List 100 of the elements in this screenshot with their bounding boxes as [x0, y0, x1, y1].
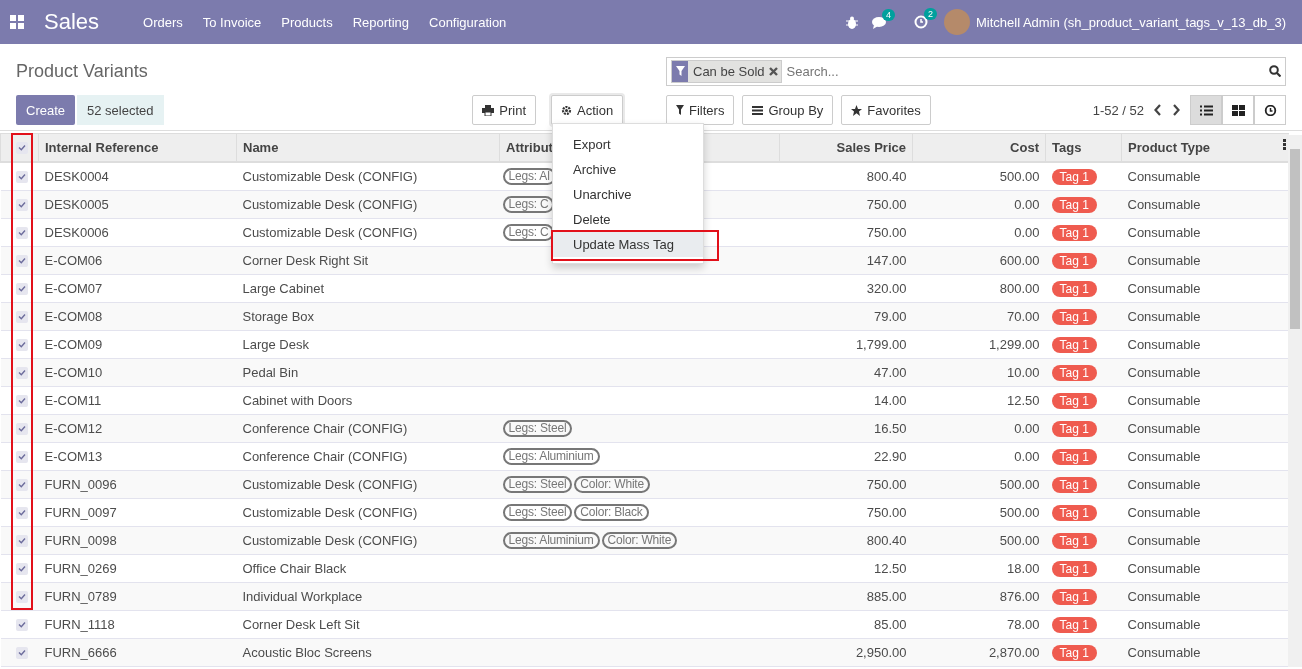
- table-cell: E-COM10: [44, 365, 103, 380]
- tag-badge: Tag 1: [1051, 336, 1097, 353]
- column-options-icon[interactable]: [1283, 139, 1286, 150]
- tag-badge: Tag 1: [1051, 532, 1097, 549]
- filter-icon: [676, 105, 684, 115]
- row-checkbox[interactable]: [15, 366, 28, 379]
- table-cell: Customizable Desk (CONFIG): [242, 225, 418, 240]
- row-checkbox[interactable]: [15, 646, 28, 659]
- tag-badge: Tag 1: [1051, 448, 1097, 465]
- clock-icon[interactable]: [913, 15, 928, 29]
- app-title[interactable]: Sales: [44, 9, 100, 35]
- create-button[interactable]: Create: [16, 95, 76, 125]
- menu-item[interactable]: Products: [271, 14, 343, 30]
- printer-icon: [482, 104, 495, 116]
- column-header[interactable]: Name: [243, 140, 279, 155]
- view-switch-button[interactable]: [1190, 95, 1222, 125]
- row-checkbox[interactable]: [15, 450, 28, 463]
- table-cell: Customizable Desk (CONFIG): [242, 533, 418, 548]
- table-cell: FURN_0096: [44, 477, 117, 492]
- action-button[interactable]: Action: [551, 95, 624, 125]
- table-cell: E-COM12: [44, 421, 103, 436]
- row-checkbox[interactable]: [15, 506, 28, 519]
- dropdown-item[interactable]: Delete: [553, 207, 703, 232]
- table-cell: FURN_6666: [44, 645, 117, 660]
- row-checkbox[interactable]: [15, 562, 28, 575]
- table-cell: Cabinet with Doors: [242, 393, 353, 408]
- dropdown-item[interactable]: Archive: [553, 157, 703, 182]
- table-cell: 500.00: [999, 533, 1040, 548]
- table-cell: Consumable: [1127, 225, 1201, 240]
- table-cell: 79.00: [873, 309, 907, 324]
- scrollbar[interactable]: [1288, 135, 1302, 667]
- menu-item[interactable]: Orders: [133, 14, 193, 30]
- tag-badge: Tag 1: [1051, 616, 1097, 633]
- apps-menu-icon[interactable]: [10, 15, 24, 29]
- table-cell: Customizable Desk (CONFIG): [242, 477, 418, 492]
- table-cell: Consumable: [1127, 253, 1201, 268]
- attribute-tag: Legs: Aluminium: [502, 532, 600, 549]
- table-cell: 10.00: [1006, 365, 1040, 380]
- scrollbar-thumb[interactable]: [1290, 149, 1300, 329]
- search-icon[interactable]: [1269, 65, 1281, 77]
- row-checkbox[interactable]: [15, 310, 28, 323]
- pager-value[interactable]: 1-52 / 52: [1092, 102, 1144, 118]
- activity-count-badge: 2: [923, 8, 937, 20]
- view-switch-button[interactable]: [1254, 95, 1286, 125]
- table-cell: 800.00: [999, 281, 1040, 296]
- table-cell: 800.40: [866, 533, 907, 548]
- group-by-button[interactable]: Group By: [742, 95, 834, 125]
- search-field[interactable]: Can be Sold Search...: [666, 56, 1286, 86]
- remove-facet-icon[interactable]: [768, 66, 778, 76]
- table-cell: Conference Chair (CONFIG): [242, 449, 408, 464]
- row-checkbox[interactable]: [15, 254, 28, 267]
- column-header[interactable]: Attribut: [506, 140, 553, 155]
- column-header[interactable]: Cost: [1010, 140, 1039, 155]
- row-checkbox[interactable]: [15, 478, 28, 491]
- previous-icon[interactable]: [1154, 104, 1162, 116]
- row-checkbox[interactable]: [15, 198, 28, 211]
- row-checkbox[interactable]: [15, 226, 28, 239]
- menu-item[interactable]: Configuration: [419, 14, 517, 30]
- attribute-tag: Color: Black: [574, 504, 649, 521]
- favorites-button[interactable]: Favorites: [841, 95, 931, 125]
- row-checkbox[interactable]: [15, 618, 28, 631]
- table-cell: 1,799.00: [855, 337, 907, 352]
- table-cell: 22.90: [873, 449, 907, 464]
- row-checkbox[interactable]: [15, 282, 28, 295]
- row-checkbox[interactable]: [15, 534, 28, 547]
- row-checkbox[interactable]: [15, 170, 28, 183]
- table-cell: Consumable: [1127, 309, 1201, 324]
- search-facet[interactable]: Can be Sold: [671, 59, 782, 83]
- attribute-tag: Legs: Steel: [502, 420, 573, 437]
- row-checkbox[interactable]: [15, 338, 28, 351]
- table-cell: 320.00: [866, 281, 907, 296]
- bug-icon[interactable]: [845, 15, 858, 29]
- row-checkbox[interactable]: [15, 394, 28, 407]
- menu-item[interactable]: Reporting: [342, 14, 419, 30]
- table-cell: E-COM09: [44, 337, 103, 352]
- row-checkbox[interactable]: [15, 422, 28, 435]
- table-cell: Customizable Desk (CONFIG): [242, 197, 418, 212]
- next-icon[interactable]: [1172, 104, 1180, 116]
- table-cell: 750.00: [866, 225, 907, 240]
- row-checkbox[interactable]: [15, 590, 28, 603]
- filters-button[interactable]: Filters: [666, 95, 735, 125]
- print-button[interactable]: Print: [472, 95, 536, 125]
- view-switch-button[interactable]: [1222, 95, 1254, 125]
- select-all-checkbox[interactable]: [16, 141, 28, 154]
- table-cell: Acoustic Bloc Screens: [242, 645, 372, 660]
- filter-icon: [675, 66, 685, 76]
- dropdown-item[interactable]: Unarchive: [553, 182, 703, 207]
- tag-badge: Tag 1: [1051, 252, 1097, 269]
- table-cell: Consumable: [1127, 449, 1201, 464]
- table-cell: 0.00: [1014, 421, 1040, 436]
- table-cell: 147.00: [866, 253, 907, 268]
- user-name[interactable]: Mitchell Admin (sh_product_variant_tags_v_13_db_3): [975, 14, 1286, 30]
- table-cell: Conference Chair (CONFIG): [242, 421, 408, 436]
- chat-icon[interactable]: [871, 15, 888, 29]
- table-cell: Consumable: [1127, 281, 1201, 296]
- attribute-tag: Legs: Aluminium: [502, 448, 600, 465]
- table-cell: Consumable: [1127, 197, 1201, 212]
- dropdown-item[interactable]: Update Mass Tag: [553, 232, 703, 257]
- menu-item[interactable]: To Invoice: [192, 14, 272, 30]
- dropdown-item[interactable]: Export: [553, 132, 703, 157]
